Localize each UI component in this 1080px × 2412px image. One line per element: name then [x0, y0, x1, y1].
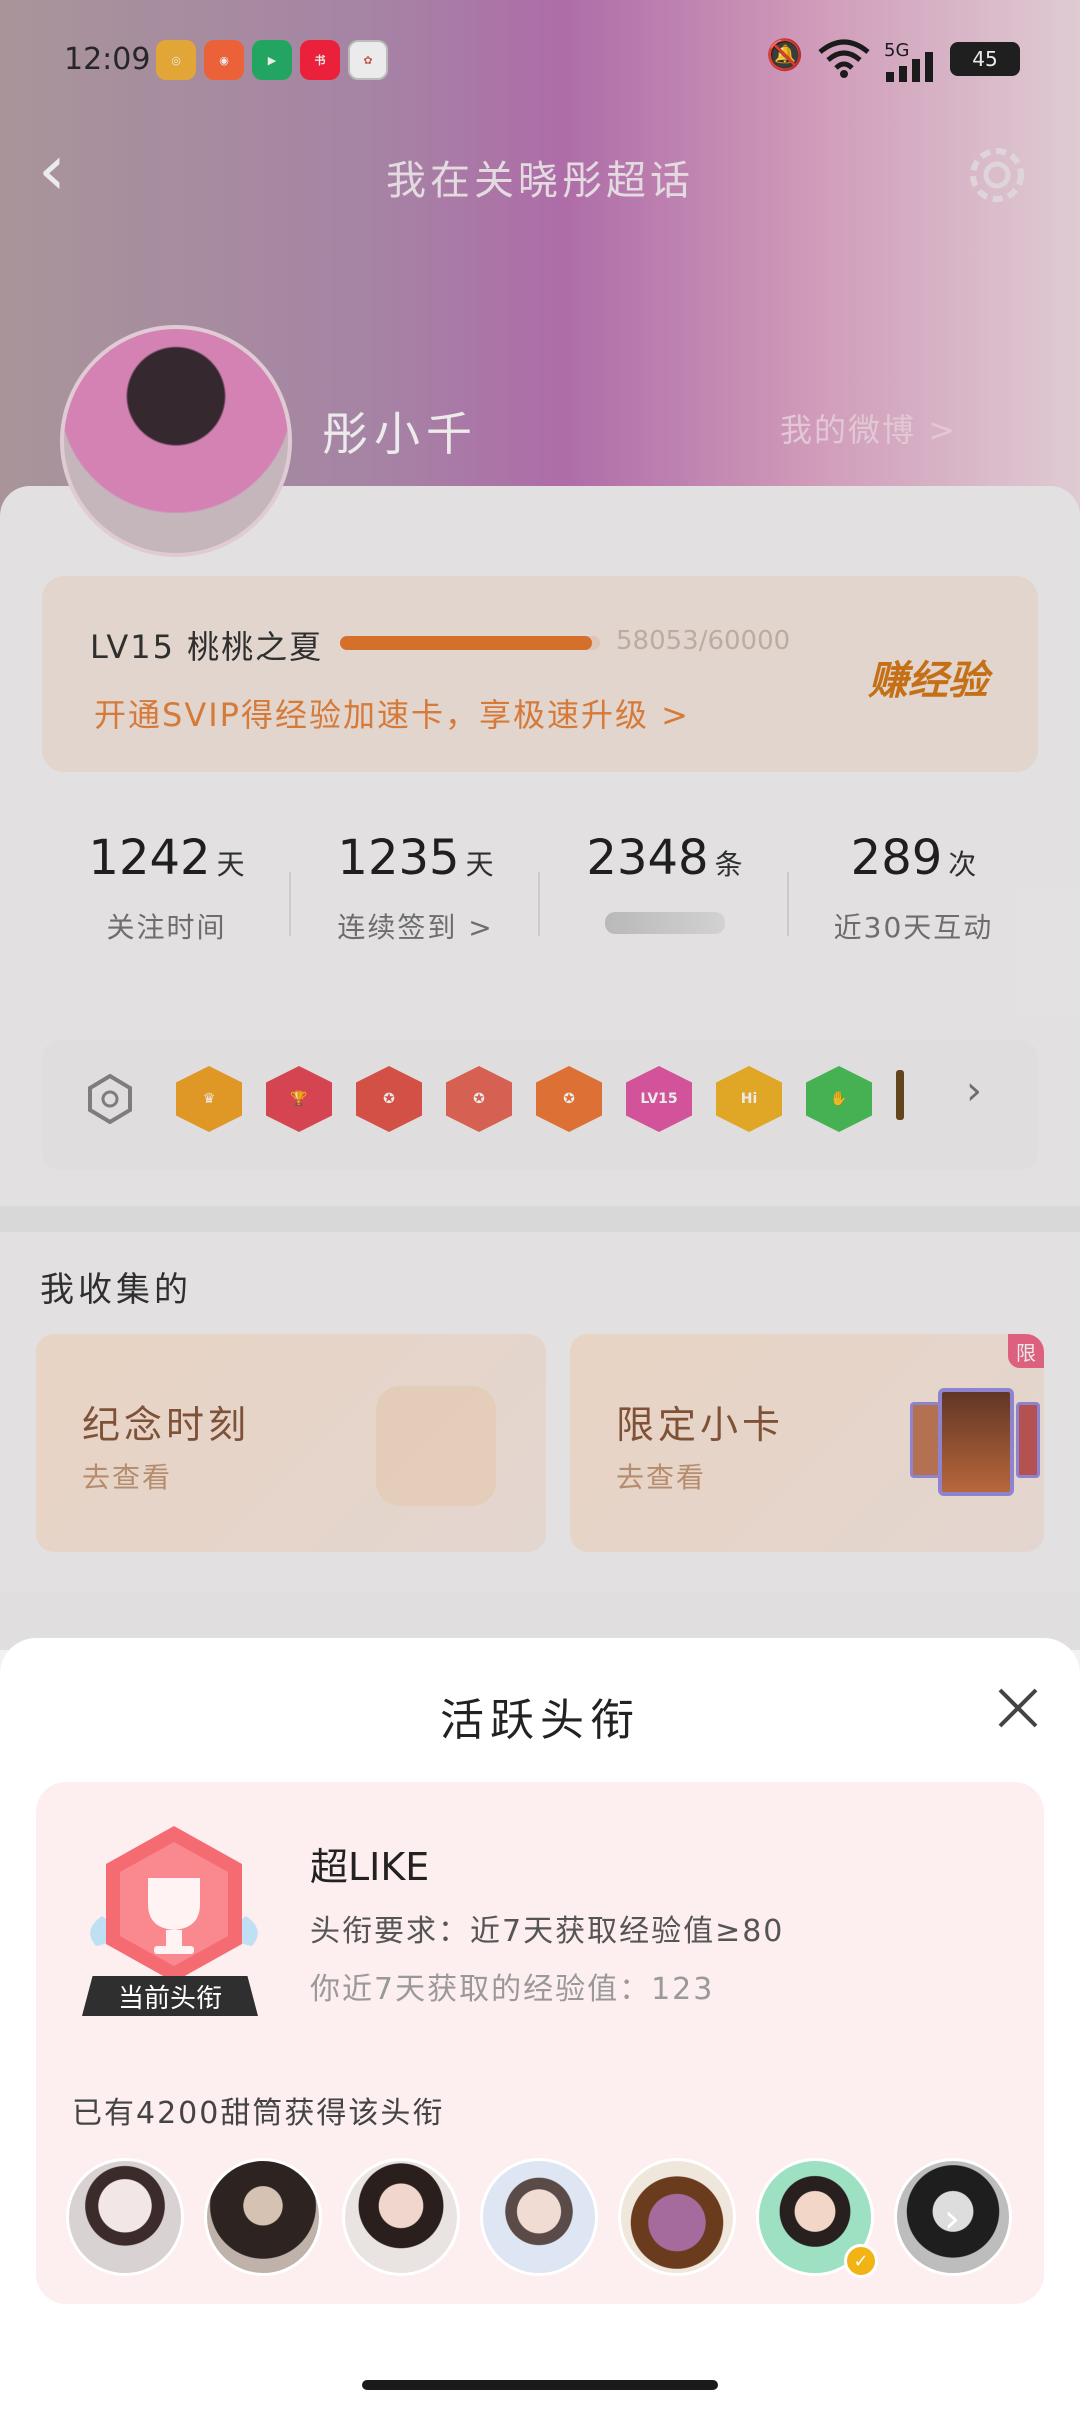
page: 12:09 ◎ ◉ ▶ 书 ✿ 🔕 5G 45 ‹ 我在关晓彤超话 彤小千 我的…: [0, 0, 1080, 2412]
current-title-tag: 当前头衔: [82, 1976, 258, 2016]
sheet-title: 活跃头衔: [440, 1695, 640, 1746]
avatar[interactable]: [480, 2158, 598, 2276]
close-icon[interactable]: [996, 1686, 1040, 1730]
owners-avatar-row: [66, 2158, 1026, 2278]
home-indicator[interactable]: [362, 2380, 718, 2390]
title-requirement: 头衔要求：近7天获取经验值≥80: [310, 1914, 785, 1949]
title-owners-count: 已有4200甜筒获得该头衔: [72, 2096, 445, 2131]
avatar[interactable]: [204, 2158, 322, 2276]
dim-overlay[interactable]: [0, 0, 1080, 1650]
title-name: 超LIKE: [310, 1845, 430, 1889]
trophy-medal-icon: [82, 1820, 266, 2000]
avatar[interactable]: [342, 2158, 460, 2276]
avatar[interactable]: [618, 2158, 736, 2276]
verified-badge-icon: ✓: [844, 2244, 878, 2278]
avatar[interactable]: [66, 2158, 184, 2276]
my-exp-value: 你近7天获取的经验值：123: [310, 1972, 715, 2007]
chevron-right-icon[interactable]: ›: [944, 2196, 960, 2242]
